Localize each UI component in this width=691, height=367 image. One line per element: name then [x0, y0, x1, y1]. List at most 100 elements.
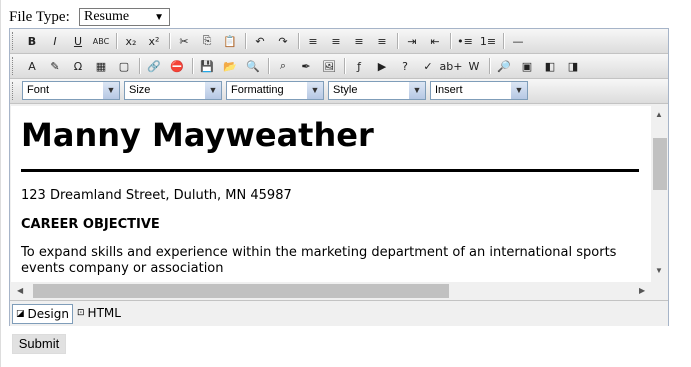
- scroll-left-icon[interactable]: ◀: [17, 286, 23, 295]
- toolbar-separator: [116, 33, 118, 49]
- align-right-button[interactable]: ≡: [349, 32, 369, 50]
- insert-dropdown-label: Insert: [435, 84, 463, 96]
- spellcheck-button[interactable]: ✓: [418, 57, 438, 75]
- highlight-icon: ✎: [50, 59, 60, 73]
- toolbar-separator: [298, 33, 300, 49]
- special-chars-button[interactable]: Ω: [68, 57, 88, 75]
- horizontal-rule-button[interactable]: —: [508, 32, 528, 50]
- table-props-button[interactable]: ▢: [114, 57, 134, 75]
- numbered-list-icon: 1≡: [479, 34, 497, 48]
- toolbar-grip[interactable]: [12, 57, 16, 75]
- html-mode-tab[interactable]: ⊡ HTML: [74, 304, 124, 322]
- horizontal-rule-icon: —: [512, 34, 524, 48]
- design-mode-tab[interactable]: ◪ Design: [12, 304, 73, 324]
- title-divider: [21, 169, 639, 172]
- unlink-button[interactable]: ⛔: [167, 57, 187, 75]
- vertical-scroll-thumb[interactable]: [653, 138, 667, 190]
- justify-button[interactable]: ≡: [372, 32, 392, 50]
- word-count-icon: ab+: [439, 59, 463, 73]
- layer-button[interactable]: ▣: [517, 57, 537, 75]
- bulleted-list-icon: •≡: [457, 34, 473, 48]
- size-dropdown[interactable]: Size ▼: [124, 81, 222, 100]
- help-icon: ?: [402, 59, 408, 73]
- superscript-button[interactable]: x²: [144, 32, 164, 50]
- font-dropdown[interactable]: Font ▼: [22, 81, 120, 100]
- help-button[interactable]: ?: [395, 57, 415, 75]
- media-button[interactable]: ▶: [372, 57, 392, 75]
- editor-content[interactable]: Manny Mayweather 123 Dreamland Street, D…: [11, 106, 651, 282]
- editor-mode-bar: ◪ Design ⊡ HTML: [10, 300, 668, 326]
- bold-button[interactable]: B: [22, 32, 42, 50]
- justify-icon: ≡: [377, 34, 387, 48]
- underline-icon: U: [73, 34, 83, 48]
- submit-button[interactable]: Submit: [12, 334, 66, 354]
- file-type-select[interactable]: Resume ▼: [79, 8, 170, 26]
- link-button[interactable]: 🔗: [144, 57, 164, 75]
- toolbar-grip[interactable]: [12, 32, 16, 50]
- toolbar-separator: [169, 33, 171, 49]
- toolbar-separator: [245, 33, 247, 49]
- font-color-button[interactable]: A: [22, 57, 42, 75]
- outdent-button[interactable]: ⇤: [425, 32, 445, 50]
- vertical-scrollbar[interactable]: ▲ ▼: [651, 106, 668, 282]
- resume-address: 123 Dreamland Street, Duluth, MN 45987: [21, 188, 292, 203]
- send-backward-button[interactable]: ◨: [563, 57, 583, 75]
- paste-word-button[interactable]: W: [464, 57, 484, 75]
- html-mode-label: HTML: [87, 306, 121, 320]
- cut-button[interactable]: ✂: [174, 32, 194, 50]
- copy-button[interactable]: ⎘: [197, 32, 217, 50]
- image-button[interactable]: 🖼: [319, 57, 339, 75]
- save-button[interactable]: 💾: [197, 57, 217, 75]
- formatting-dropdown[interactable]: Formatting ▼: [226, 81, 324, 100]
- numbered-list-button[interactable]: 1≡: [478, 32, 498, 50]
- indent-button[interactable]: ⇥: [402, 32, 422, 50]
- preview-button[interactable]: 🔍: [243, 57, 263, 75]
- strikethrough-button[interactable]: ABC: [91, 32, 111, 50]
- undo-button[interactable]: ↶: [250, 32, 270, 50]
- superscript-icon: x²: [148, 34, 160, 48]
- italic-button[interactable]: I: [45, 32, 65, 50]
- chevron-down-icon: ▼: [307, 82, 323, 99]
- open-button[interactable]: 📂: [220, 57, 240, 75]
- align-center-icon: ≡: [331, 34, 341, 48]
- insert-dropdown[interactable]: Insert ▼: [430, 81, 528, 100]
- underline-button[interactable]: U: [68, 32, 88, 50]
- undo-icon: ↶: [255, 34, 265, 48]
- word-count-button[interactable]: ab+: [439, 57, 463, 75]
- paste-button[interactable]: 📋: [220, 32, 240, 50]
- scroll-right-icon[interactable]: ▶: [639, 286, 645, 295]
- design-icon: ◪: [16, 309, 25, 319]
- toolbar-grip[interactable]: [12, 82, 16, 100]
- style-dropdown[interactable]: Style ▼: [328, 81, 426, 100]
- flash-button[interactable]: ƒ: [349, 57, 369, 75]
- align-center-button[interactable]: ≡: [326, 32, 346, 50]
- bring-forward-button[interactable]: ◧: [540, 57, 560, 75]
- save-icon: 💾: [200, 59, 214, 73]
- table-button[interactable]: ▦: [91, 57, 111, 75]
- flash-icon: ƒ: [357, 59, 361, 73]
- redo-button[interactable]: ↷: [273, 32, 293, 50]
- format-brush-button[interactable]: ✒: [296, 57, 316, 75]
- preview-icon: 🔍: [246, 59, 260, 73]
- horizontal-scrollbar[interactable]: ◀ ▶: [11, 282, 651, 299]
- highlight-button[interactable]: ✎: [45, 57, 65, 75]
- subscript-button[interactable]: x₂: [121, 32, 141, 50]
- align-left-button[interactable]: ≡: [303, 32, 323, 50]
- section-heading: CAREER OBJECTIVE: [21, 217, 160, 232]
- scroll-up-icon[interactable]: ▲: [655, 110, 663, 119]
- find-button[interactable]: ⌕: [273, 57, 293, 75]
- bring-forward-icon: ◧: [544, 59, 556, 73]
- style-dropdown-label: Style: [333, 84, 358, 96]
- special-chars-icon: Ω: [73, 59, 83, 73]
- bold-icon: B: [27, 34, 37, 48]
- scroll-down-icon[interactable]: ▼: [655, 266, 663, 275]
- outdent-icon: ⇤: [430, 34, 440, 48]
- font-color-icon: A: [28, 59, 36, 73]
- toolbar-separator: [450, 33, 452, 49]
- subscript-icon: x₂: [125, 34, 137, 48]
- chevron-down-icon: ▼: [154, 12, 164, 23]
- zoom-button[interactable]: 🔎: [494, 57, 514, 75]
- horizontal-scroll-thumb[interactable]: [33, 284, 449, 298]
- bulleted-list-button[interactable]: •≡: [455, 32, 475, 50]
- rich-text-editor: B I U ABC x₂ x² ✂ ⎘ 📋 ↶ ↷ ≡ ≡ ≡ ≡ ⇥ ⇤ •≡ 1≡ — A ✎ Ω ▦ ▢ 🔗 ⛔ 💾 📂 🔍 ⌕ ✒ 🖼…: [9, 28, 669, 326]
